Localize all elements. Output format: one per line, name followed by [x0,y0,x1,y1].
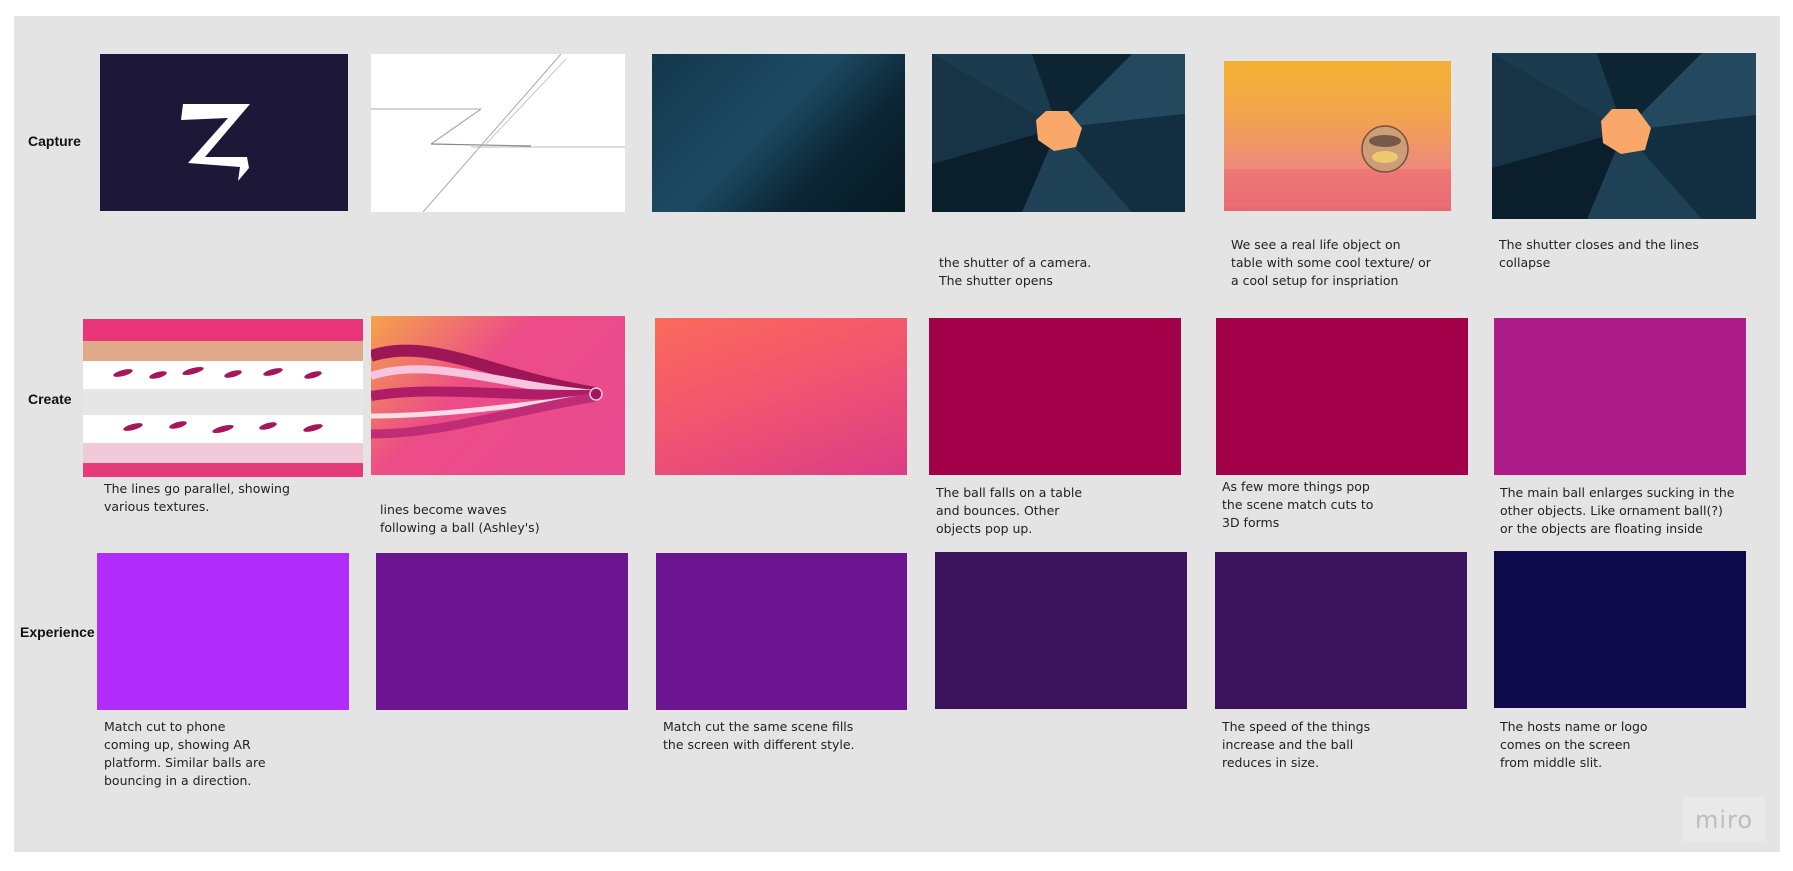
frame-capture-4-shutter[interactable] [932,54,1185,212]
camera-shutter-icon [932,54,1185,212]
frame-capture-5-glass-ball[interactable] [1224,61,1451,211]
note-experience-1: Match cut to phone coming up, showing AR… [104,719,266,788]
note-experience-3: Match cut the same scene fills the scree… [663,719,855,752]
frame-capture-3-dark[interactable] [652,54,905,212]
frame-experience-5-dark-purple[interactable] [1215,552,1467,709]
frame-experience-2-purple[interactable] [376,553,628,710]
z-logo-icon [181,104,250,181]
row-label-create: Create [28,391,72,407]
note-create-2: lines become waves following a ball (Ash… [380,502,540,535]
frame-create-6-purple[interactable] [1494,318,1746,475]
frame-create-5-magenta[interactable] [1216,318,1468,475]
frame-experience-3-purple[interactable] [656,553,907,710]
frame-experience-6-navy[interactable] [1494,551,1746,708]
frame-capture-6-shutter[interactable] [1492,53,1756,219]
frame-create-2-waves[interactable] [371,316,625,475]
note-create-6: The main ball enlarges sucking in the ot… [1500,485,1735,536]
note-create-4: The ball falls on a table and bounces. O… [936,485,1083,536]
row-label-experience: Experience [20,624,95,640]
line-sketch-icon [371,54,625,212]
frame-experience-4-dark-purple[interactable] [935,552,1187,709]
frame-capture-1-logo[interactable] [100,54,348,211]
glass-ball-icon [1224,125,1451,211]
note-capture-5: We see a real life object on table with … [1231,237,1431,288]
note-capture-4: the shutter of a camera. The shutter ope… [939,255,1092,288]
note-create-5: As few more things pop the scene match c… [1222,479,1374,530]
frame-capture-2-sketch[interactable] [371,54,625,212]
frame-create-1-textures[interactable] [83,319,363,477]
note-experience-5: The speed of the things increase and the… [1222,719,1371,770]
miro-logo: miro [1683,797,1765,842]
waves-ball-icon [371,344,603,439]
frame-experience-1-violet[interactable] [97,553,349,710]
frame-create-3-gradient[interactable] [655,318,907,475]
note-experience-6: The hosts name or logo comes on the scre… [1500,719,1648,770]
row-label-capture: Capture [28,133,81,149]
camera-shutter-icon [1492,53,1756,219]
note-create-1: The lines go parallel, showing various t… [104,481,290,514]
frame-create-4-magenta[interactable] [929,318,1181,475]
texture-strips-icon [83,319,363,477]
note-capture-6: The shutter closes and the lines collaps… [1499,237,1699,270]
